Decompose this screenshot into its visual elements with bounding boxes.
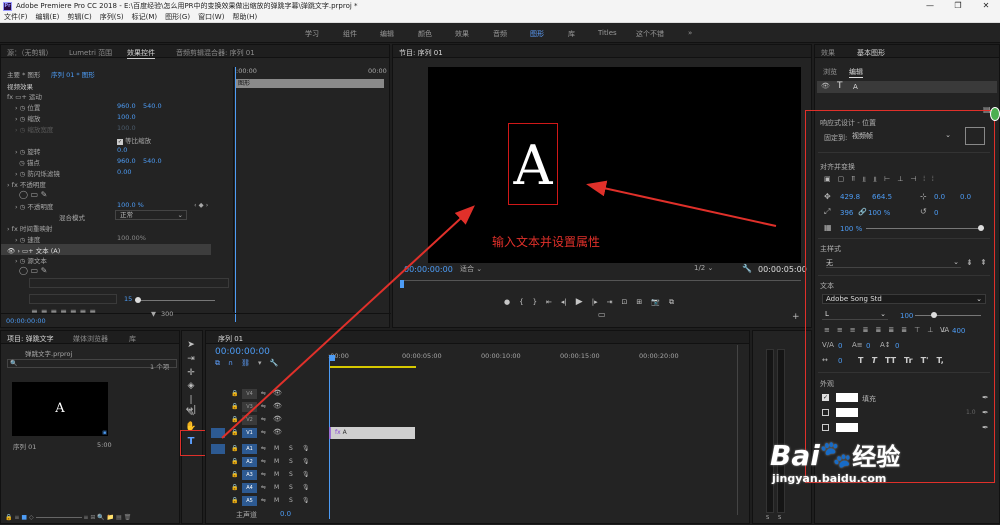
watermark-cn: 经验 — [852, 443, 901, 471]
arrow-from-type-tool — [221, 205, 475, 439]
watermark-url: jingyan.baidu.com — [772, 472, 887, 485]
paw-icon: 🐾 — [819, 440, 853, 470]
arrow-from-essential-graphics — [586, 180, 777, 227]
watermark-brand: Bai — [770, 439, 820, 472]
baidu-watermark: Bai🐾经验 jingyan.baidu.com — [770, 437, 900, 485]
